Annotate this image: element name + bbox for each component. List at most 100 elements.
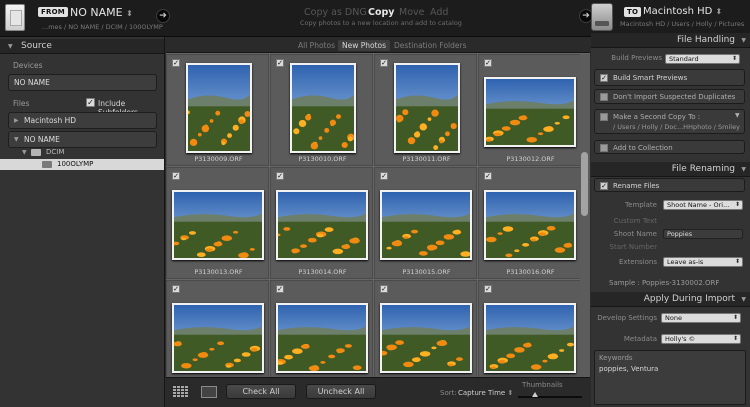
- build-smart-previews-label: Build Smart Previews: [613, 74, 688, 82]
- photo-cell[interactable]: ✓ P3130009.ORF: [166, 54, 269, 166]
- scrollbar-thumb[interactable]: [581, 152, 588, 216]
- photo-checkbox[interactable]: ✓: [172, 172, 180, 180]
- file-handling-header[interactable]: File Handling ▼: [591, 33, 750, 48]
- uncheck-all-button[interactable]: Uncheck All: [306, 384, 376, 399]
- grid-scrollbar[interactable]: [580, 54, 590, 377]
- build-smart-previews-checkbox[interactable]: ✓: [600, 74, 608, 82]
- photo-checkbox[interactable]: ✓: [380, 285, 388, 293]
- photo-cell[interactable]: ✓: [166, 280, 269, 377]
- volume-no-name[interactable]: ▼ NO NAME: [8, 131, 157, 148]
- photo-cell[interactable]: ✓: [478, 280, 580, 377]
- device-no-name[interactable]: NO NAME: [8, 74, 157, 91]
- folder-100olymp[interactable]: 100OLYMP: [0, 159, 164, 170]
- hard-drive-icon: [591, 3, 613, 31]
- shoot-name-label: Shoot Name: [613, 230, 657, 238]
- keywords-field[interactable]: Keywords poppies, Ventura: [594, 350, 746, 405]
- sort-selector[interactable]: Capture Time ⬍: [458, 389, 513, 397]
- photo-checkbox[interactable]: ✓: [276, 172, 284, 180]
- tab-all-photos[interactable]: All Photos: [294, 40, 339, 51]
- second-copy-checkbox[interactable]: ✓: [600, 113, 608, 121]
- source-card-icon: [5, 4, 25, 31]
- photo-thumbnail[interactable]: [394, 63, 460, 153]
- start-number-label: Start Number: [609, 243, 657, 251]
- dont-import-duplicates-row: ✓ Don't Import Suspected Duplicates: [594, 89, 745, 104]
- develop-settings-select[interactable]: None: [661, 313, 741, 323]
- import-header: FROM NO NAME ⬍ ...mes / NO NAME / DCIM /…: [0, 0, 750, 37]
- source-panel: ▼ Source Devices NO NAME Files ✓ Include…: [0, 37, 165, 407]
- metadata-label: Metadata: [623, 335, 657, 343]
- photo-cell[interactable]: ✓ P3130011.ORF: [374, 54, 477, 166]
- second-copy-chooser-icon[interactable]: ▼: [735, 112, 740, 119]
- folder-dcim[interactable]: ▼ DCIM: [0, 147, 164, 158]
- keywords-value[interactable]: poppies, Ventura: [599, 365, 658, 373]
- folder-icon: [31, 149, 41, 156]
- photo-checkbox[interactable]: ✓: [484, 172, 492, 180]
- photo-thumbnail[interactable]: [172, 190, 264, 260]
- mode-copy-as-dng[interactable]: Copy as DNG: [304, 7, 367, 18]
- photo-checkbox[interactable]: ✓: [276, 59, 284, 67]
- photo-cell[interactable]: ✓: [374, 280, 477, 377]
- photo-thumbnail[interactable]: [276, 303, 368, 373]
- photo-cell[interactable]: ✓ P3130010.ORF: [270, 54, 373, 166]
- destination-selector[interactable]: Macintosh HD ⬍: [643, 6, 722, 17]
- photo-checkbox[interactable]: ✓: [484, 59, 492, 67]
- photo-thumbnail[interactable]: [380, 303, 472, 373]
- photo-thumbnail[interactable]: [276, 190, 368, 260]
- photo-cell[interactable]: ✓ P3130013.ORF: [166, 167, 269, 279]
- volume-macintosh-hd[interactable]: ▶ Macintosh HD: [8, 112, 157, 129]
- photo-cell[interactable]: ✓ P3130016.ORF: [478, 167, 580, 279]
- photo-checkbox[interactable]: ✓: [380, 59, 388, 67]
- photo-cell[interactable]: ✓: [270, 280, 373, 377]
- apply-during-import-header[interactable]: Apply During Import ▼: [591, 292, 750, 307]
- folder-icon: [42, 161, 52, 168]
- thumbnail-size-slider[interactable]: [518, 396, 582, 398]
- photo-checkbox[interactable]: ✓: [484, 285, 492, 293]
- metadata-select[interactable]: Holly's ©: [661, 334, 741, 344]
- photo-thumbnail[interactable]: [172, 303, 264, 373]
- second-copy-path[interactable]: / Users / Holly / Doc...HHphoto / Smiley: [613, 123, 740, 131]
- photo-thumbnail[interactable]: [484, 303, 576, 373]
- mode-add[interactable]: Add: [430, 7, 448, 18]
- source-panel-header[interactable]: ▼ Source: [0, 39, 164, 54]
- template-select[interactable]: Shoot Name - Ori...: [663, 200, 743, 210]
- second-copy-row: ✓ Make a Second Copy To : ▼ / Users / Ho…: [594, 109, 745, 134]
- photo-checkbox[interactable]: ✓: [380, 172, 388, 180]
- mode-description: Copy photos to a new location and add to…: [300, 19, 462, 27]
- add-to-collection-checkbox[interactable]: ✓: [600, 144, 608, 152]
- devices-label: Devices: [13, 61, 43, 70]
- check-all-button[interactable]: Check All: [226, 384, 296, 399]
- photo-checkbox[interactable]: ✓: [276, 285, 284, 293]
- rename-files-checkbox[interactable]: ✓: [600, 182, 608, 190]
- sort-label: Sort:: [440, 389, 457, 397]
- photo-thumbnail[interactable]: [186, 63, 252, 153]
- dont-import-duplicates-checkbox[interactable]: ✓: [600, 93, 608, 101]
- second-copy-label: Make a Second Copy To :: [613, 113, 701, 121]
- mode-move[interactable]: Move: [399, 7, 424, 18]
- files-label: Files: [13, 99, 30, 108]
- tab-destination-folders[interactable]: Destination Folders: [390, 40, 471, 51]
- build-previews-select[interactable]: Standard: [665, 54, 740, 64]
- file-renaming-header[interactable]: File Renaming ▼: [591, 162, 750, 177]
- extensions-select[interactable]: Leave as-is: [663, 257, 743, 267]
- photo-thumbnail[interactable]: [484, 190, 576, 260]
- photo-cell[interactable]: ✓ P3130012.ORF: [478, 54, 580, 166]
- photo-checkbox[interactable]: ✓: [172, 285, 180, 293]
- mode-copy[interactable]: Copy: [368, 7, 395, 18]
- source-selector[interactable]: NO NAME ⬍: [70, 6, 133, 19]
- photo-thumbnail[interactable]: [380, 190, 472, 260]
- grid-view-icon[interactable]: [173, 386, 189, 398]
- loupe-view-icon[interactable]: [201, 386, 217, 398]
- shoot-name-input[interactable]: Poppies: [663, 229, 743, 239]
- tab-new-photos[interactable]: New Photos: [338, 40, 391, 51]
- thumbnails-label: Thumbnails: [522, 381, 563, 389]
- slider-knob[interactable]: [532, 392, 538, 397]
- grid-tabs: All Photos New Photos Destination Folder…: [166, 37, 590, 53]
- photo-checkbox[interactable]: ✓: [172, 59, 180, 67]
- extensions-label: Extensions: [618, 258, 657, 266]
- include-subfolders-checkbox[interactable]: ✓: [86, 98, 95, 107]
- photo-cell[interactable]: ✓ P3130014.ORF: [270, 167, 373, 279]
- photo-cell[interactable]: ✓ P3130015.ORF: [374, 167, 477, 279]
- photo-thumbnail[interactable]: [484, 77, 576, 147]
- collapse-triangle-icon: ▼: [22, 149, 27, 156]
- photo-thumbnail[interactable]: [290, 63, 356, 153]
